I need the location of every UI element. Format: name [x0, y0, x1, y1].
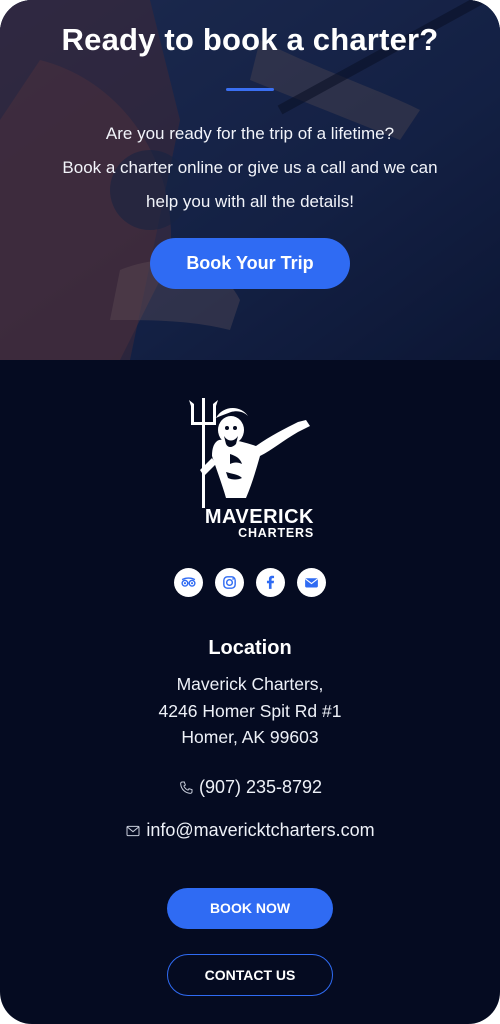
logo-subtitle: CHARTERS — [238, 526, 314, 540]
tripadvisor-icon — [181, 577, 196, 587]
hero-line: Book a charter online or give us a call … — [62, 158, 438, 177]
facebook-link[interactable] — [256, 568, 285, 597]
hero-divider — [226, 88, 274, 91]
hero-line: help you with all the details! — [146, 192, 354, 211]
email-address: info@mavericktcharters.com — [146, 820, 375, 840]
email-address-link[interactable]: info@mavericktcharters.com — [0, 820, 500, 841]
envelope-icon — [126, 825, 140, 836]
hero-line: Are you ready for the trip of a lifetime… — [105, 124, 395, 143]
address-line: Homer, AK 99603 — [181, 727, 319, 747]
poseidon-logo-icon — [189, 398, 310, 508]
contact-us-button[interactable]: CONTACT US — [167, 954, 333, 996]
instagram-icon — [223, 576, 236, 589]
email-link[interactable] — [297, 568, 326, 597]
social-links — [174, 568, 326, 600]
instagram-link[interactable] — [215, 568, 244, 597]
address: Maverick Charters, 4246 Homer Spit Rd #1… — [0, 671, 500, 751]
phone-number: (907) 235-8792 — [198, 777, 323, 797]
hero-description: Are you ready for the trip of a lifetime… — [20, 117, 480, 219]
email-icon — [305, 578, 318, 588]
phone-icon — [180, 781, 193, 794]
phone-link[interactable]: (907) 235-8792 — [0, 777, 500, 798]
maverick-charters-logo[interactable]: MAVERICK CHARTERS — [186, 398, 316, 543]
address-line: 4246 Homer Spit Rd #1 — [158, 700, 342, 721]
book-your-trip-button[interactable]: Book Your Trip — [150, 238, 350, 289]
hero-section: Ready to book a charter? Are you ready f… — [0, 0, 500, 360]
tripadvisor-link[interactable] — [174, 568, 203, 597]
address-line: Maverick Charters, — [176, 674, 324, 694]
page-frame: Ready to book a charter? Are you ready f… — [0, 0, 500, 1024]
hero-title: Ready to book a charter? — [61, 22, 439, 57]
book-now-button[interactable]: BOOK NOW — [167, 888, 333, 929]
facebook-icon — [266, 575, 275, 589]
location-heading: Location — [208, 637, 292, 659]
